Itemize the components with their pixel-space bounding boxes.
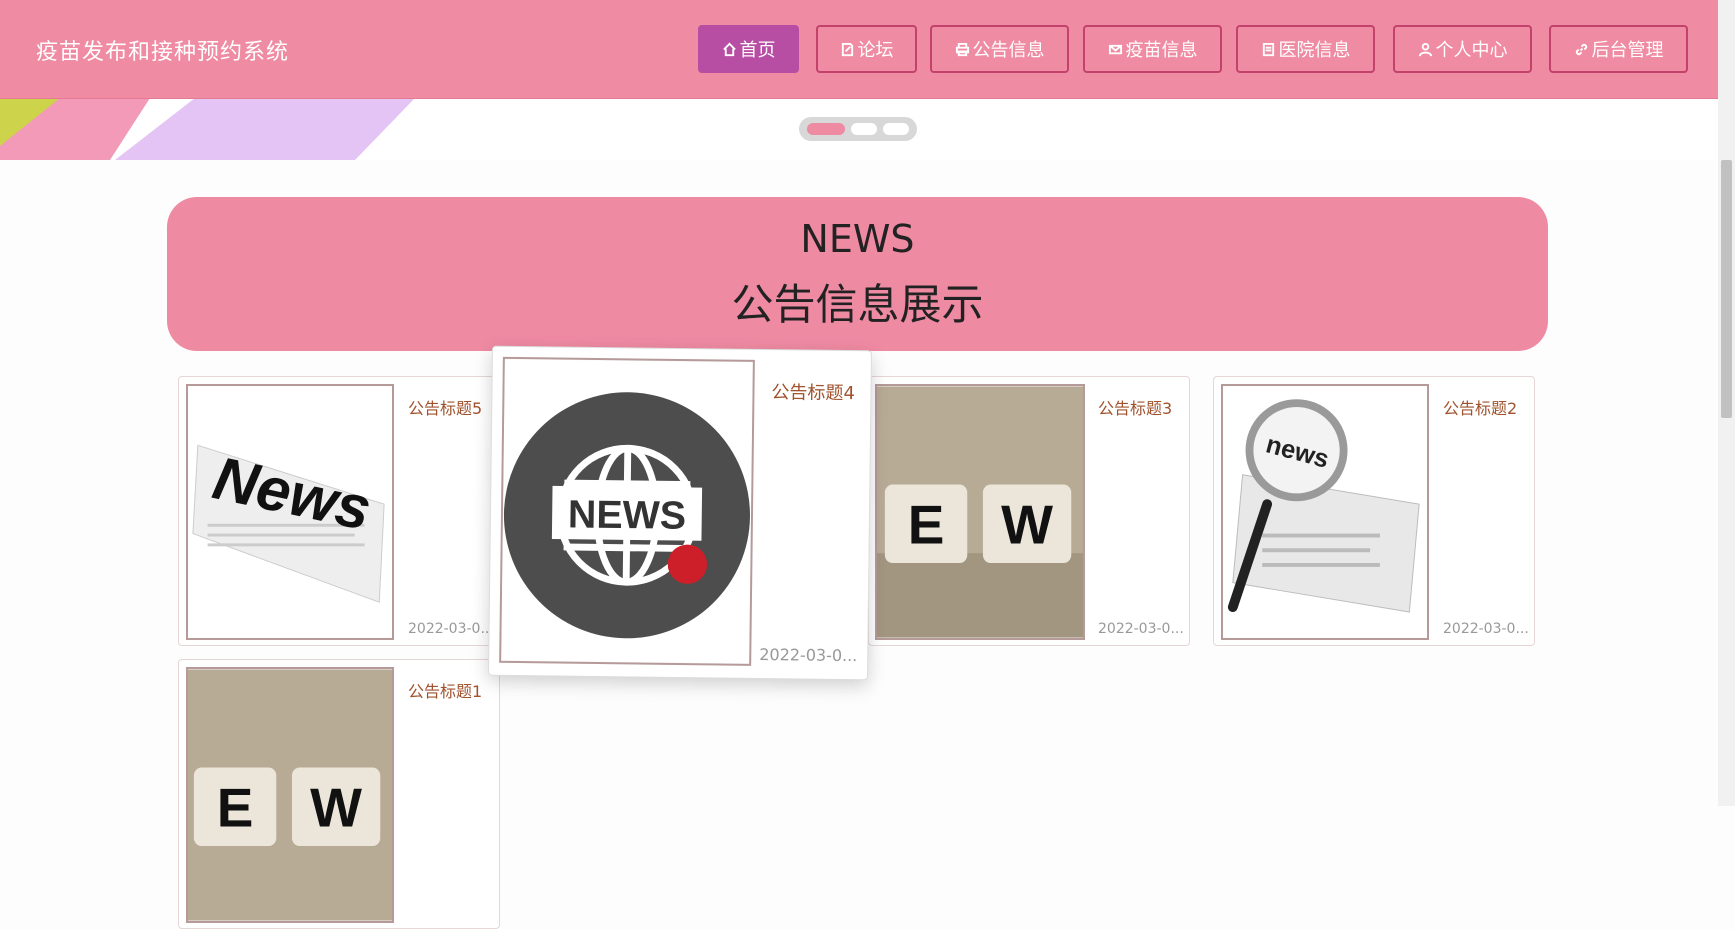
magnifier-news-image: news <box>1223 386 1427 638</box>
nav-home[interactable]: 首页 <box>698 25 799 73</box>
svg-text:W: W <box>1001 493 1053 555</box>
notice-image: E W <box>875 384 1085 640</box>
print-icon <box>955 42 969 56</box>
notice-date: 2022-03-0... <box>1098 621 1184 637</box>
notice-image: NEWS <box>499 356 755 666</box>
notice-card[interactable]: News 公告标题5 2022-03-0... <box>178 376 500 646</box>
home-icon <box>722 42 736 56</box>
notice-image: News <box>186 384 394 640</box>
site-title: 疫苗发布和接种预约系统 <box>36 40 290 65</box>
user-icon <box>1418 42 1432 56</box>
nav-profile[interactable]: 个人中心 <box>1393 25 1532 73</box>
section-title-cn: 公告信息展示 <box>731 280 984 329</box>
mail-icon <box>1108 44 1122 54</box>
document-icon <box>1262 42 1274 56</box>
notice-title[interactable]: 公告标题1 <box>408 678 482 702</box>
carousel-dot-active[interactable] <box>807 123 845 135</box>
svg-text:E: E <box>217 776 254 838</box>
notice-image: E W <box>186 667 394 923</box>
section-title-en: NEWS <box>800 217 915 261</box>
news-section-header: NEWS 公告信息展示 <box>167 197 1548 351</box>
scrollbar-thumb[interactable] <box>1721 160 1732 418</box>
link-icon <box>1575 43 1587 55</box>
notice-card-hovered[interactable]: NEWS 公告标题4 2022-03-0... <box>487 345 873 681</box>
notice-image: news <box>1221 384 1429 640</box>
letter-cubes-image: E W <box>877 386 1083 638</box>
svg-text:E: E <box>908 493 945 555</box>
carousel-dot[interactable] <box>883 123 909 135</box>
page-scrollbar[interactable] <box>1718 0 1735 806</box>
nav-notice[interactable]: 公告信息 <box>930 25 1069 73</box>
notice-date: 2022-03-0... <box>759 644 858 666</box>
top-navbar: 疫苗发布和接种预约系统 首页 论坛 公告信息 疫苗信息 医院信息 个人中心 后台… <box>0 0 1718 99</box>
notice-title[interactable]: 公告标题4 <box>771 378 855 405</box>
nav-admin[interactable]: 后台管理 <box>1549 25 1688 73</box>
notice-card[interactable]: E W 公告标题3 2022-03-0... <box>868 376 1190 646</box>
banner-stripe <box>0 98 60 146</box>
nav-hospital[interactable]: 医院信息 <box>1236 25 1375 73</box>
banner-stripe <box>115 98 415 160</box>
notice-card[interactable]: news 公告标题2 2022-03-0... <box>1213 376 1535 646</box>
svg-text:NEWS: NEWS <box>568 492 687 537</box>
carousel-dot[interactable] <box>851 123 877 135</box>
notice-date: 2022-03-0... <box>1443 621 1529 637</box>
notice-card[interactable]: E W 公告标题1 <box>178 659 500 929</box>
carousel-indicator <box>799 117 917 141</box>
notice-date: 2022-03-0... <box>408 621 494 637</box>
globe-news-image: NEWS <box>501 359 753 664</box>
nav-vaccine[interactable]: 疫苗信息 <box>1083 25 1222 73</box>
notice-title[interactable]: 公告标题2 <box>1443 395 1517 419</box>
notice-title[interactable]: 公告标题5 <box>408 395 482 419</box>
newspaper-image: News <box>188 386 392 638</box>
letter-cubes-image: E W <box>188 669 392 921</box>
notice-title[interactable]: 公告标题3 <box>1098 395 1172 419</box>
svg-text:W: W <box>310 776 362 838</box>
edit-icon <box>841 42 853 56</box>
nav-forum[interactable]: 论坛 <box>816 25 917 73</box>
